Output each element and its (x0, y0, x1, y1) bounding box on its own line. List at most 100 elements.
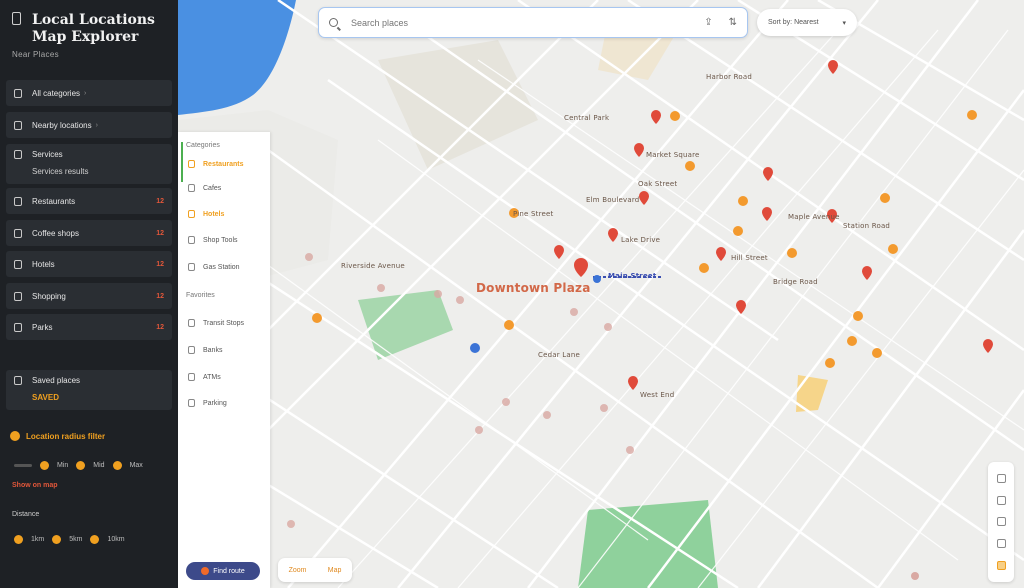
shopping-icon (14, 291, 22, 301)
count-badge: 12 (156, 323, 164, 331)
radius-filter-heading: Location radius filter (10, 431, 105, 441)
active-indicator (181, 142, 183, 182)
chevron-down-icon: ▾ (842, 19, 846, 27)
category-hotels[interactable]: Hotels (188, 210, 224, 218)
chevron-icon: › (95, 121, 98, 129)
land-block (378, 40, 538, 170)
radius-slider[interactable]: Min Mid Max (14, 458, 143, 472)
sidebar-item-all-categories[interactable]: All categories › (6, 80, 172, 106)
slider-knob[interactable] (40, 460, 49, 470)
map-label: Hill Street (731, 254, 768, 262)
faint-pin (911, 572, 919, 580)
map-label: Market Square (646, 151, 700, 159)
favorite-transit[interactable]: Transit Stops (188, 319, 244, 327)
sidebar-item-saved[interactable]: Saved places SAVED (6, 370, 172, 410)
category-cafes[interactable]: Cafes (188, 184, 221, 192)
map-label-route: Main Street (608, 272, 657, 280)
sidebar: Local Locations Map Explorer Near Places… (0, 0, 178, 588)
map-mode-chip[interactable]: Zoom Map (278, 558, 352, 582)
radius-icon (10, 431, 20, 441)
panel-heading: Favorites (186, 292, 215, 299)
sidebar-item-parks[interactable]: Parks 12 (6, 314, 172, 340)
share-icon[interactable]: ⇪ (704, 17, 712, 28)
service-icon (14, 150, 22, 159)
map-book-icon (12, 12, 21, 25)
slider-knob[interactable] (112, 460, 122, 470)
hotel-icon (188, 210, 195, 218)
map-label: Riverside Avenue (341, 262, 405, 270)
distance-label: Distance (12, 511, 40, 518)
map-label: Station Road (843, 222, 891, 230)
route-icon (201, 567, 210, 575)
show-on-map-link[interactable]: Show on map (12, 482, 58, 489)
restaurant-icon (14, 196, 22, 206)
sidebar-item-hotels[interactable]: Hotels 12 (6, 251, 172, 277)
map-label: Maple Avenue (788, 213, 840, 221)
distance-slider[interactable]: 1km 5km 10km (14, 532, 125, 546)
gas-icon (188, 263, 195, 271)
count-badge: 12 (156, 197, 164, 205)
category-icon (14, 88, 22, 98)
search-icon (329, 18, 338, 27)
parking-icon (188, 399, 195, 407)
map-label: Elm Boulevard (586, 196, 640, 204)
sidebar-item-services[interactable]: Services Services results (6, 144, 172, 184)
chevron-icon: › (84, 89, 87, 97)
favorite-parking[interactable]: Parking (188, 399, 227, 407)
app-title: Local Locations Map Explorer (32, 12, 155, 45)
bookmark-icon (14, 376, 22, 385)
compass-icon[interactable] (996, 539, 1006, 549)
park-icon (14, 322, 22, 332)
map-toggle[interactable]: Map (328, 567, 342, 574)
coffee-icon (14, 228, 22, 238)
map-label: Lake Drive (621, 236, 661, 244)
category-panel: Categories Restaurants Cafes Hotels Shop… (178, 132, 270, 588)
slider-knob[interactable] (76, 460, 86, 470)
atm-icon (188, 373, 195, 381)
count-badge: 12 (156, 229, 164, 237)
map-label: Cedar Lane (538, 351, 580, 359)
tools-icon (188, 236, 195, 244)
slider-knob[interactable] (90, 534, 100, 544)
search-input[interactable] (351, 17, 705, 28)
water-body (178, 0, 296, 115)
restaurant-icon (188, 160, 195, 168)
sidebar-item-restaurants[interactable]: Restaurants 12 (6, 188, 172, 214)
sidebar-item-coffee[interactable]: Coffee shops 12 (6, 220, 172, 246)
map-label: Central Park (564, 114, 610, 122)
slider-knob[interactable] (14, 534, 23, 544)
sidebar-subtitle: Near Places (12, 50, 59, 59)
slider-knob[interactable] (52, 534, 62, 544)
panel-heading: Categories (186, 142, 220, 149)
count-badge: 12 (156, 292, 164, 300)
filter-icon[interactable]: ⇅ (729, 17, 737, 28)
hotel-icon (14, 259, 22, 269)
locate-me-icon[interactable] (996, 560, 1006, 570)
favorite-banks[interactable]: Banks (188, 346, 222, 354)
sort-dropdown[interactable]: Sort by: Nearest ▾ (757, 9, 857, 36)
cafe-icon (188, 184, 195, 192)
map-graphics (178, 0, 1024, 588)
map-controls (988, 462, 1014, 582)
bank-icon (188, 346, 195, 354)
sidebar-item-nearby[interactable]: Nearby locations › (6, 112, 172, 138)
find-route-button[interactable]: Find route (186, 562, 260, 580)
favorite-atms[interactable]: ATMs (188, 373, 221, 381)
slider-track (14, 463, 32, 467)
category-restaurants[interactable]: Restaurants (188, 160, 243, 168)
current-location-dot (470, 343, 480, 353)
search-bar[interactable]: ⇪ ⇅ (318, 7, 748, 38)
zoom-toggle[interactable]: Zoom (289, 567, 307, 574)
count-badge: 12 (156, 260, 164, 268)
category-shop-tools[interactable]: Shop Tools (188, 236, 238, 244)
map-label: Oak Street (638, 180, 678, 188)
map-label-center: Downtown Plaza (476, 281, 591, 295)
map-label: West End (640, 391, 675, 399)
zoom-in-icon[interactable] (996, 474, 1006, 484)
sidebar-item-shopping[interactable]: Shopping 12 (6, 283, 172, 309)
map-canvas[interactable]: Harbor Road Central Park Market Square O… (178, 0, 1024, 588)
map-label: Bridge Road (773, 278, 818, 286)
layers-icon[interactable] (996, 517, 1006, 527)
category-gas-station[interactable]: Gas Station (188, 263, 240, 271)
zoom-out-icon[interactable] (996, 495, 1006, 505)
